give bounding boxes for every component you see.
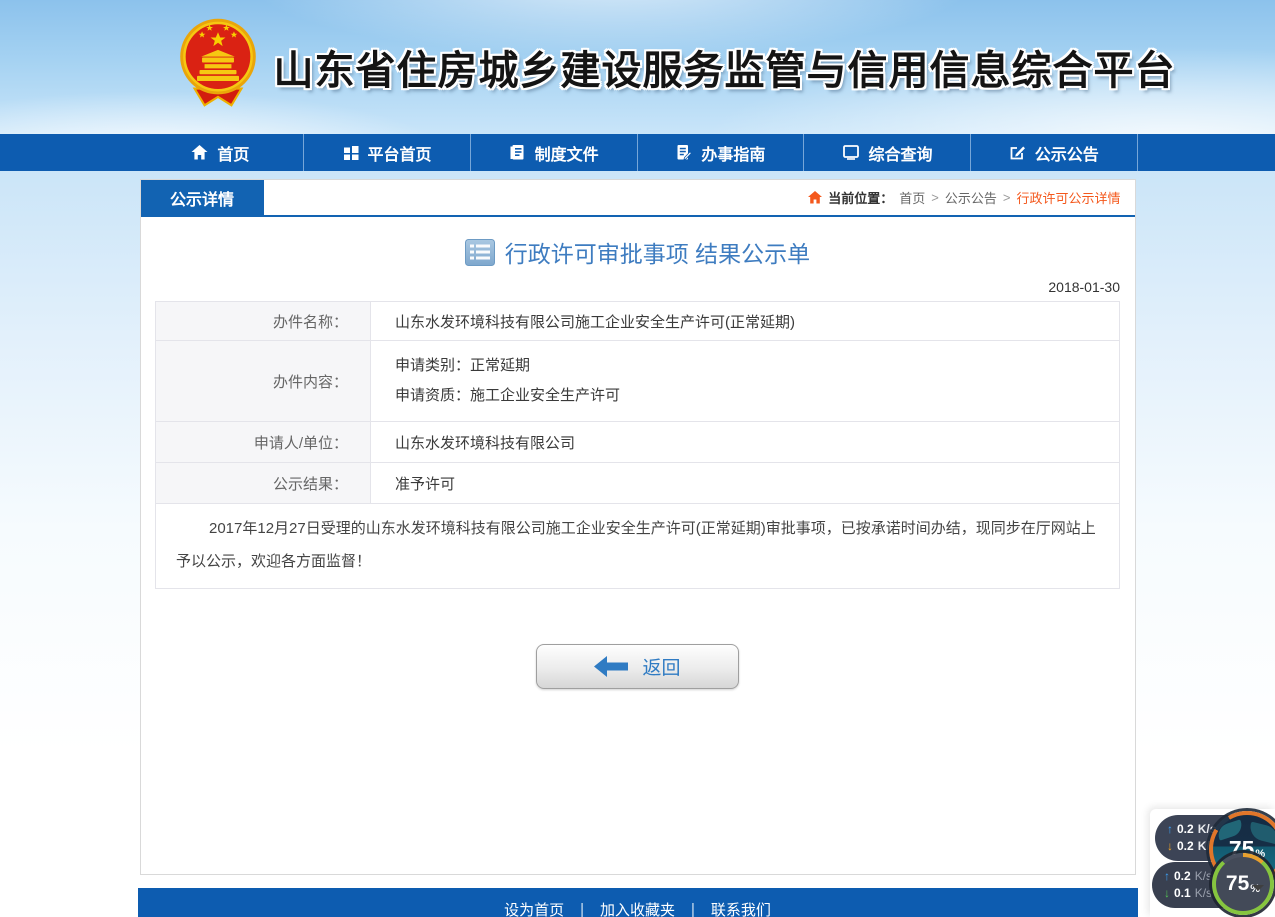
row-value: 山东水发环境科技有限公司施工企业安全生产许可(正常延期)	[371, 302, 1120, 341]
row-value: 申请类别：正常延期 申请资质：施工企业安全生产许可	[371, 341, 1120, 422]
publish-date: 2018-01-30	[155, 279, 1120, 295]
nav-item-home[interactable]: 首页	[138, 134, 305, 171]
footer-link-add-favorites[interactable]: 加入收藏夹	[600, 899, 675, 917]
table-row: 办件内容： 申请类别：正常延期 申请资质：施工企业安全生产许可	[156, 341, 1120, 422]
main-nav: 首页 平台首页 制度文件 办事指南	[0, 134, 1275, 171]
row-label: 公示结果：	[156, 463, 371, 504]
nav-label: 综合查询	[869, 141, 933, 165]
site-footer: 设为首页 | 加入收藏夹 | 联系我们	[138, 888, 1138, 917]
download-arrow-icon: ↓	[1164, 886, 1170, 901]
breadcrumb-separator: >	[931, 190, 939, 205]
breadcrumb-link-home[interactable]: 首页	[899, 188, 925, 207]
footer-link-contact-us[interactable]: 联系我们	[711, 899, 771, 917]
monitor-icon	[842, 144, 860, 161]
table-row-summary: 2017年12月27日受理的山东水发环境科技有限公司施工企业安全生产许可(正常延…	[156, 504, 1120, 589]
main-area: 公示详情 当前位置： 首页 > 公示公告 > 行政许可公示详情	[0, 171, 1275, 917]
nav-item-platform-home[interactable]: 平台首页	[304, 134, 471, 171]
list-icon	[465, 239, 495, 266]
breadcrumb-separator: >	[1003, 190, 1011, 205]
back-arrow-icon	[594, 656, 628, 677]
guide-icon	[675, 144, 692, 161]
row-value-line: 申请资质：施工企业安全生产许可	[395, 386, 1119, 406]
nav-label: 平台首页	[368, 141, 432, 165]
row-label: 办件内容：	[156, 341, 371, 422]
table-row: 办件名称： 山东水发环境科技有限公司施工企业安全生产许可(正常延期)	[156, 302, 1120, 341]
speed-monitor-widget: ↑ 0.2 K/s ↓ 0.2 K/s ↑ 0.2 K/s ↓ 0.1 K/s	[1150, 809, 1275, 917]
crumb-bar: 公示详情 当前位置： 首页 > 公示公告 > 行政许可公示详情	[141, 180, 1135, 217]
back-button[interactable]: 返回	[536, 644, 739, 689]
collapse-caret-icon[interactable]	[1252, 885, 1264, 891]
detail-table: 办件名称： 山东水发环境科技有限公司施工企业安全生产许可(正常延期) 办件内容：…	[155, 301, 1120, 589]
grid-icon	[343, 145, 359, 161]
document-icon	[509, 144, 526, 161]
nav-label: 制度文件	[535, 141, 599, 165]
upload-speed-unit: K/s	[1195, 869, 1212, 884]
footer-link-set-homepage[interactable]: 设为首页	[504, 899, 564, 917]
site-title: 山东省住房城乡建设服务监管与信用信息综合平台	[274, 38, 1176, 96]
nav-label: 办事指南	[701, 141, 765, 165]
download-speed-value: 0.2	[1177, 839, 1194, 854]
breadcrumb-current: 行政许可公示详情	[1016, 188, 1120, 207]
row-value: 山东水发环境科技有限公司	[371, 422, 1120, 463]
upload-arrow-icon: ↑	[1167, 822, 1173, 837]
memory-percent: 75	[1226, 872, 1249, 896]
table-row: 申请人/单位： 山东水发环境科技有限公司	[156, 422, 1120, 463]
download-speed-value: 0.1	[1174, 886, 1191, 901]
upload-arrow-icon: ↑	[1164, 869, 1170, 884]
row-value: 准予许可	[371, 463, 1120, 504]
nav-item-public-announcements[interactable]: 公示公告	[971, 134, 1138, 171]
breadcrumb-home-icon	[808, 191, 822, 204]
breadcrumb-location-label: 当前位置：	[828, 188, 893, 207]
download-arrow-icon: ↓	[1167, 839, 1173, 854]
edit-icon	[1009, 144, 1026, 161]
page-title-text: 行政许可审批事项 结果公示单	[505, 235, 810, 269]
home-icon	[191, 144, 208, 161]
row-label: 办件名称：	[156, 302, 371, 341]
content-panel: 公示详情 当前位置： 首页 > 公示公告 > 行政许可公示详情	[140, 179, 1136, 875]
upload-speed-value: 0.2	[1174, 869, 1191, 884]
nav-item-service-guide[interactable]: 办事指南	[638, 134, 805, 171]
footer-separator: |	[580, 901, 584, 917]
row-label: 申请人/单位：	[156, 422, 371, 463]
table-row: 公示结果： 准予许可	[156, 463, 1120, 504]
national-emblem-logo	[176, 17, 260, 113]
nav-label: 首页	[217, 141, 249, 165]
memory-usage-gauge-2[interactable]: 75 %	[1212, 853, 1274, 915]
summary-text: 2017年12月27日受理的山东水发环境科技有限公司施工企业安全生产许可(正常延…	[156, 504, 1120, 589]
nav-item-policy-documents[interactable]: 制度文件	[471, 134, 638, 171]
site-header: 山东省住房城乡建设服务监管与信用信息综合平台	[0, 0, 1275, 134]
page: 山东省住房城乡建设服务监管与信用信息综合平台 首页 平台首页 制度文	[0, 0, 1275, 917]
nav-label: 公示公告	[1035, 141, 1099, 165]
page-title: 行政许可审批事项 结果公示单	[141, 235, 1135, 269]
back-button-label: 返回	[642, 653, 680, 680]
download-speed-unit: K/s	[1195, 886, 1212, 901]
footer-separator: |	[691, 901, 695, 917]
tab-public-detail[interactable]: 公示详情	[141, 180, 264, 215]
upload-speed-value: 0.2	[1177, 822, 1194, 837]
row-value-line: 申请类别：正常延期	[395, 356, 1119, 376]
breadcrumb: 当前位置： 首页 > 公示公告 > 行政许可公示详情	[808, 180, 1134, 215]
breadcrumb-link-announcements[interactable]: 公示公告	[945, 188, 997, 207]
nav-item-comprehensive-query[interactable]: 综合查询	[804, 134, 971, 171]
